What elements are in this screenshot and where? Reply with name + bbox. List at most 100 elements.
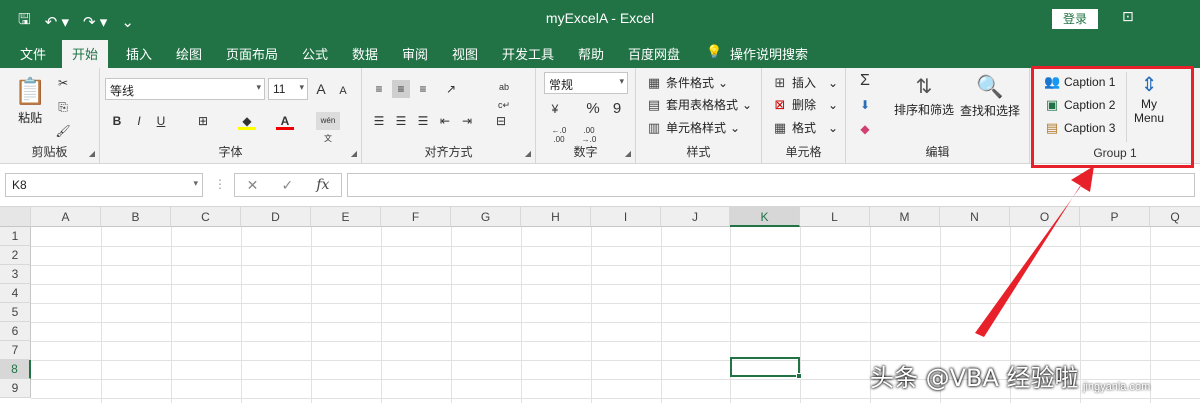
tab-page-layout[interactable]: 页面布局 (226, 44, 278, 63)
tab-help[interactable]: 帮助 (578, 44, 604, 63)
tab-view[interactable]: 视图 (452, 44, 478, 63)
gridline (311, 227, 312, 403)
sort-filter-button[interactable]: ⇅ 排序和筛选 (894, 74, 954, 118)
align-center-icon[interactable]: ☰ (392, 112, 410, 130)
align-left-icon[interactable]: ☰ (370, 112, 388, 130)
column-header-e[interactable]: E (311, 207, 381, 227)
column-header-d[interactable]: D (241, 207, 311, 227)
chevron-down-icon: ▾ (256, 82, 261, 92)
borders-icon[interactable]: ⊞ (194, 112, 212, 130)
number-format-box[interactable]: 常规 ▾ (544, 72, 628, 94)
tab-review[interactable]: 审阅 (402, 44, 428, 63)
fill-handle[interactable] (796, 373, 802, 379)
shrink-font-button[interactable]: A (334, 82, 352, 100)
cancel-icon[interactable]: ✕ (247, 177, 259, 194)
ribbon: 📋 粘贴 ✂ ⎘ 🖌 剪贴板 ◢ 等线 ▾ 11 ▾ A A B I U ⊞ ◆ A… (0, 68, 1200, 164)
column-header-k[interactable]: K (730, 207, 800, 227)
currency-icon[interactable]: ¥ (546, 100, 564, 118)
tab-developer[interactable]: 开发工具 (502, 44, 554, 63)
tab-insert[interactable]: 插入 (126, 44, 152, 63)
column-header-h[interactable]: H (521, 207, 591, 227)
row-header-1[interactable]: 1 (0, 227, 31, 246)
column-header-o[interactable]: O (1010, 207, 1080, 227)
delete-cells-button[interactable]: ⊠ 删除 ⌄ (772, 96, 839, 113)
row-header-9[interactable]: 9 (0, 379, 31, 398)
font-size-box[interactable]: 11 ▾ (268, 78, 308, 100)
font-launcher-icon[interactable]: ◢ (351, 149, 357, 158)
orientation-icon[interactable]: ↗ (442, 80, 460, 98)
row-header-8[interactable]: 8 (0, 360, 31, 379)
alignment-launcher-icon[interactable]: ◢ (525, 149, 531, 158)
cell-styles-button[interactable]: ▥ 单元格样式 ⌄ (646, 119, 740, 136)
column-header-p[interactable]: P (1080, 207, 1150, 227)
decrease-indent-icon[interactable]: ⇤ (436, 112, 454, 130)
row-header-4[interactable]: 4 (0, 284, 31, 303)
italic-button[interactable]: I (130, 112, 148, 130)
tab-formulas[interactable]: 公式 (302, 44, 328, 63)
copy-icon[interactable]: ⎘ (54, 98, 72, 116)
column-header-a[interactable]: A (31, 207, 101, 227)
grow-font-button[interactable]: A (312, 80, 330, 98)
increase-indent-icon[interactable]: ⇥ (458, 112, 476, 130)
conditional-formatting-button[interactable]: ▦ 条件格式 ⌄ (646, 74, 728, 91)
column-header-i[interactable]: I (591, 207, 661, 227)
align-middle-icon[interactable]: ≡ (392, 80, 410, 98)
tab-baidu-netdisk[interactable]: 百度网盘 (628, 44, 680, 63)
tab-data[interactable]: 数据 (352, 44, 378, 63)
row-header-5[interactable]: 5 (0, 303, 31, 322)
insert-cells-button[interactable]: ⊞ 插入 ⌄ (772, 74, 839, 91)
find-select-button[interactable]: 🔍 查找和选择 (960, 74, 1020, 119)
tab-home[interactable]: 开始 (62, 40, 109, 68)
row-header-6[interactable]: 6 (0, 322, 31, 341)
format-painter-icon[interactable]: 🖌 (54, 122, 72, 140)
ribbon-display-options-icon[interactable]: ⊡ (1122, 8, 1134, 25)
phonetic-button[interactable]: wén 文 (316, 112, 340, 143)
fill-color-icon[interactable]: ◆ (238, 112, 256, 130)
format-as-table-button[interactable]: ▤ 套用表格格式 ⌄ (646, 96, 752, 113)
underline-button[interactable]: U (152, 112, 170, 130)
autosum-button[interactable]: Σ (856, 72, 874, 90)
increase-decimal-button[interactable]: ←.0 .00 (546, 126, 572, 144)
font-color-icon[interactable]: A (276, 112, 294, 130)
column-header-g[interactable]: G (451, 207, 521, 227)
format-cells-button[interactable]: ▦ 格式 ⌄ (772, 119, 838, 136)
clipboard-launcher-icon[interactable]: ◢ (89, 149, 95, 158)
column-header-q[interactable]: Q (1150, 207, 1200, 227)
column-header-j[interactable]: J (661, 207, 730, 227)
name-box[interactable]: K8 ▾ (5, 173, 203, 197)
percent-button[interactable]: % (584, 100, 602, 118)
align-bottom-icon[interactable]: ≡ (414, 80, 432, 98)
align-right-icon[interactable]: ☰ (414, 112, 432, 130)
column-header-l[interactable]: L (800, 207, 870, 227)
tab-draw[interactable]: 绘图 (176, 44, 202, 63)
enter-icon[interactable]: ✓ (281, 177, 293, 194)
clear-icon[interactable]: ◆ (856, 120, 874, 138)
fill-icon[interactable]: ⬇ (856, 96, 874, 114)
tab-file[interactable]: 文件 (20, 44, 46, 63)
decrease-decimal-button[interactable]: .00 →.0 (576, 126, 602, 144)
cut-icon[interactable]: ✂ (54, 74, 72, 92)
login-button[interactable]: 登录 (1052, 9, 1098, 29)
row-header-2[interactable]: 2 (0, 246, 31, 265)
merge-center-icon[interactable]: ⊟ (492, 112, 510, 130)
gridline (1080, 227, 1081, 403)
bold-button[interactable]: B (108, 112, 126, 130)
select-all-corner[interactable] (0, 207, 31, 227)
column-header-n[interactable]: N (940, 207, 1010, 227)
insert-function-button[interactable]: fx (316, 177, 329, 193)
font-name-box[interactable]: 等线 ▾ (105, 78, 265, 100)
wrap-text-button[interactable]: ab c↵ (492, 78, 516, 110)
active-cell-k8[interactable] (730, 357, 802, 379)
formula-input[interactable] (347, 173, 1195, 197)
column-header-f[interactable]: F (381, 207, 451, 227)
row-header-3[interactable]: 3 (0, 265, 31, 284)
row-header-7[interactable]: 7 (0, 341, 31, 360)
column-header-m[interactable]: M (870, 207, 940, 227)
comma-style-button[interactable]: 9 (608, 100, 626, 118)
tell-me-search[interactable]: 操作说明搜索 (730, 44, 808, 63)
align-top-icon[interactable]: ≡ (370, 80, 388, 98)
column-header-c[interactable]: C (171, 207, 241, 227)
paste-button[interactable]: 📋 粘贴 (14, 76, 46, 126)
number-launcher-icon[interactable]: ◢ (625, 149, 631, 158)
column-header-b[interactable]: B (101, 207, 171, 227)
